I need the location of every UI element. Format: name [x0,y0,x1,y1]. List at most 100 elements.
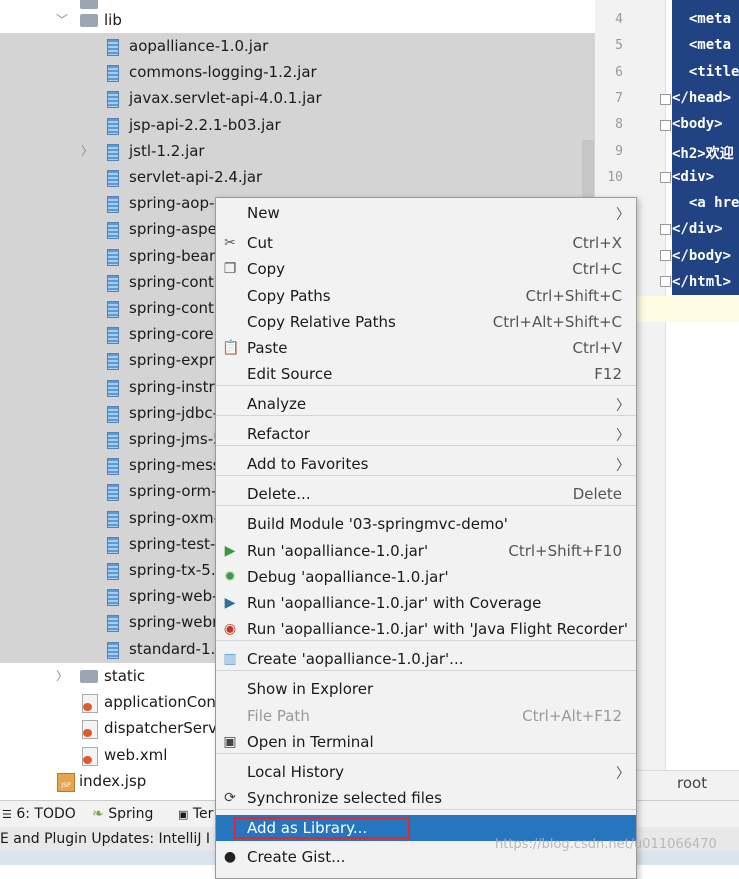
menu-item-shortcut: Ctrl+C [572,260,622,278]
menu-item-new[interactable]: New 〉 [216,200,636,226]
jar-icon [107,641,119,659]
submenu-arrow-icon: 〉 [616,458,630,474]
menu-item-label: Edit Source [247,365,333,383]
code-line: </html> [672,274,732,290]
menu-item-paste[interactable]: 📋 Paste Ctrl+V [216,335,636,361]
xml-file-icon [82,747,98,766]
terminal-label: Ter [192,806,214,822]
jar-icon [107,274,119,292]
jar-icon [107,536,119,554]
code-line: <a hre [672,195,739,212]
tree-item-label: spring-core [129,325,214,344]
code-line: <div> [672,168,715,185]
tree-item-jar[interactable]: 〉 jstl-1.2.jar [0,138,595,164]
tree-item-jar[interactable]: javax.servlet-api-4.0.1.jar [0,85,595,111]
tree-item-label: web.xml [104,746,168,764]
sync-icon: ⟳ [224,790,236,806]
menu-item-open-in-terminal[interactable]: ▣ Open in Terminal [216,729,636,755]
tree-item-label: standard-1.1 [129,639,225,658]
chevron-down-icon[interactable]: ﹀ [55,7,69,33]
menu-item-run-aopalliance-1-0-jar[interactable]: ▶ Run 'aopalliance-1.0.jar' Ctrl+Shift+F10 [216,538,636,564]
github-icon: ● [223,849,237,865]
submenu-arrow-icon: 〉 [616,398,630,414]
tree-item-jar[interactable]: servlet-api-2.4.jar [0,164,595,190]
watermark: https://blog.csdn.net/u011066470 [495,837,717,852]
menu-item-label: Run 'aopalliance-1.0.jar' [247,542,429,560]
fold-marker-icon[interactable] [660,250,671,261]
code-selection[interactable]: <meta <meta <title </head> <body> <h2>欢迎 <di… [672,0,739,295]
menu-item-shortcut: Ctrl+Alt+Shift+C [492,313,622,331]
menu-item-debug-aopalliance-1-0-jar[interactable]: ✹ Debug 'aopalliance-1.0.jar' [216,564,636,590]
chevron-right-icon[interactable]: 〉 [55,663,69,689]
menu-item-shortcut: Ctrl+V [572,339,622,357]
scissors-icon: ✂ [224,235,236,251]
jar-icon [107,510,119,528]
menu-item-run-aopalliance-1-0-jar-with-coverage[interactable]: ▶ Run 'aopalliance-1.0.jar' with Coverage [216,590,636,616]
menu-item-label: Copy [247,260,286,278]
menu-item-copy[interactable]: ❐ Copy Ctrl+C [216,256,636,282]
line-number: 9 [615,143,623,159]
menu-item-synchronize-selected-files[interactable]: ⟳ Synchronize selected files [216,785,636,811]
submenu-arrow-icon: 〉 [616,766,630,782]
code-line: </body> [672,247,732,264]
fold-marker-icon[interactable] [660,94,671,105]
jar-icon [107,615,119,633]
menu-item-show-in-explorer[interactable]: Show in Explorer [216,676,636,702]
jar-icon [107,65,119,83]
menu-item-copy-relative-paths[interactable]: Copy Relative Paths Ctrl+Alt+Shift+C [216,309,636,335]
menu-item-analyze[interactable]: Analyze 〉 [216,391,636,417]
menu-item-local-history[interactable]: Local History 〉 [216,759,636,785]
chevron-right-icon[interactable]: 〉 [80,138,94,164]
terminal-tool-button[interactable]: ▣ Ter [178,806,213,822]
menu-item-label: File Path [247,707,310,725]
jar-icon [107,248,119,266]
fold-marker-icon[interactable] [660,120,671,131]
tree-item-label: spring-jms-5 [129,430,223,448]
menu-item-run-aopalliance-1-0-jar-with-java-flight-recorder[interactable]: ◉ Run 'aopalliance-1.0.jar' with 'Java Fl… [216,616,636,642]
menu-item-label: Run 'aopalliance-1.0.jar' with Coverage [247,594,542,612]
menu-item-label: Copy Paths [247,287,331,305]
context-menu: New 〉 ✂ Cut Ctrl+X ❐ Copy Ctrl+C Copy Paths Ctrl+… [215,197,637,879]
fold-marker-icon[interactable] [660,224,671,235]
xml-file-icon [82,720,98,739]
breadcrumb-root[interactable]: root [677,774,707,792]
jar-icon [107,379,119,397]
menu-item-create-aopalliance-1-0-jar[interactable]: ▥ Create 'aopalliance-1.0.jar'... [216,646,636,672]
jar-icon [107,143,119,161]
menu-item-cut[interactable]: ✂ Cut Ctrl+X [216,230,636,256]
code-line: <body> [672,116,723,133]
menu-item-refactor[interactable]: Refactor 〉 [216,421,636,447]
menu-item-edit-source[interactable]: Edit Source F12 [216,361,636,387]
line-number: 4 [615,12,623,27]
tree-item-jar[interactable]: jsp-api-2.2.1-b03.jar [0,112,595,138]
jar-icon [107,222,119,240]
menu-item-build-module-03-springmvc-demo[interactable]: Build Module '03-springmvc-demo' [216,511,636,537]
editor-area[interactable] [672,322,739,770]
fold-marker-icon[interactable] [660,276,671,287]
tree-item-lib[interactable]: ﹀ lib [0,7,595,33]
menu-item-add-to-favorites[interactable]: Add to Favorites 〉 [216,451,636,477]
menu-item-copy-paths[interactable]: Copy Paths Ctrl+Shift+C [216,283,636,309]
todo-tool-button[interactable]: ☰ 6: TODO [2,806,76,822]
menu-item-shortcut: Ctrl+X [572,234,622,252]
tree-item-label: spring-expr [129,351,215,370]
tree-item-label: spring-orm- [129,482,217,501]
tree-item-label: jstl-1.2.jar [129,141,205,160]
caret-line[interactable] [636,296,739,322]
menu-item-delete[interactable]: Delete... Delete [216,481,636,507]
code-line: </head> [672,89,732,106]
jar-icon [107,170,119,187]
tree-item-jar[interactable]: commons-logging-1.2.jar [0,59,595,85]
spring-tool-button[interactable]: ❧ Spring [92,806,153,822]
tree-item-label: spring-jdbc- [129,403,218,422]
fold-marker-icon[interactable] [660,172,671,183]
jar-icon: ▥ [223,651,237,667]
menu-item-label: Create Gist... [247,848,346,866]
menu-item-label: Run 'aopalliance-1.0.jar' with 'Java Fli… [247,620,629,638]
tree-item-label: spring-instr [129,377,215,396]
tree-item-label: applicationCon [104,693,216,711]
tree-item-jar[interactable]: aopalliance-1.0.jar [0,33,595,59]
jar-icon [107,91,119,109]
tree-item-label: index.jsp [79,772,147,790]
folder-icon [80,14,98,27]
